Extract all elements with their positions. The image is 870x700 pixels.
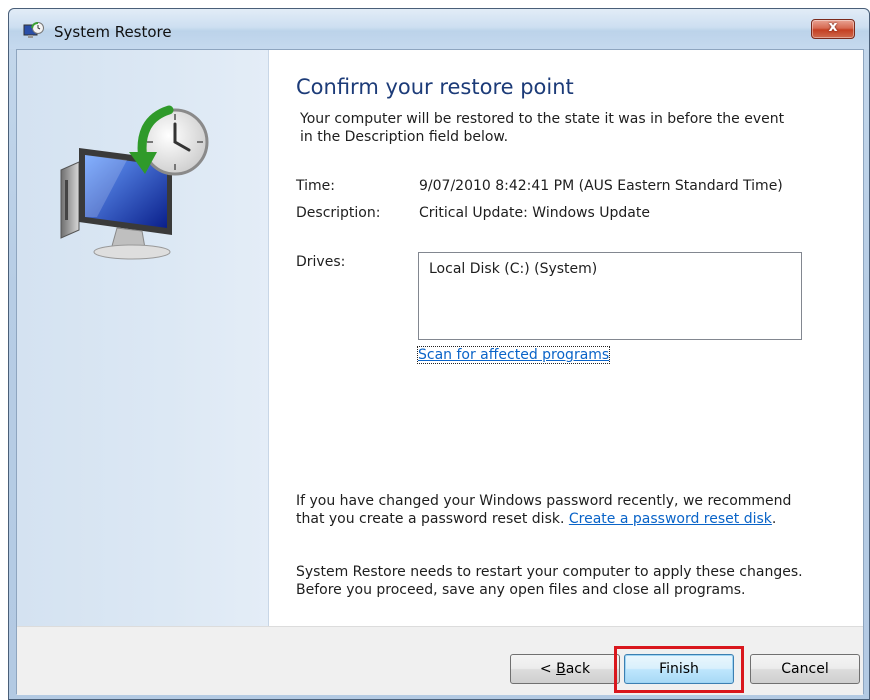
password-note-period: .	[771, 511, 777, 527]
time-value: 9/07/2010 8:42:41 PM (AUS Eastern Standa…	[419, 178, 783, 194]
computer-with-restore-clock-icon	[60, 105, 209, 260]
back-label: ack	[565, 661, 591, 677]
drives-list[interactable]: Local Disk (C:) (System)	[418, 252, 802, 340]
password-note: If you have changed your Windows passwor…	[296, 492, 841, 528]
back-mnemonic: B	[556, 661, 566, 677]
title-bar[interactable]: System Restore x	[9, 9, 869, 49]
system-restore-icon	[23, 22, 44, 38]
create-password-reset-disk-link[interactable]: Create a password reset disk	[569, 511, 772, 527]
intro-text: Your computer will be restored to the st…	[300, 110, 820, 146]
left-banner-panel	[17, 50, 269, 626]
cancel-button[interactable]: Cancel	[750, 654, 860, 684]
system-restore-window: System Restore x Confirm your restore po…	[8, 8, 870, 700]
page-title: Confirm your restore point	[296, 75, 574, 99]
time-label: Time:	[296, 178, 335, 194]
button-bar: < Back Finish Cancel	[17, 626, 863, 695]
back-prefix: <	[539, 661, 557, 677]
content-pane: Confirm your restore point Your computer…	[270, 50, 865, 626]
back-button[interactable]: < Back	[510, 654, 620, 684]
dialog-client-area: Confirm your restore point Your computer…	[16, 49, 865, 695]
password-note-line-2: that you create a password reset disk. C…	[296, 510, 841, 528]
password-note-text: that you create a password reset disk.	[296, 511, 565, 527]
password-note-line-1: If you have changed your Windows passwor…	[296, 493, 792, 509]
close-button[interactable]: x	[811, 19, 855, 39]
drives-label: Drives:	[296, 254, 346, 270]
restart-note: System Restore needs to restart your com…	[296, 563, 841, 599]
intro-line-1: Your computer will be restored to the st…	[300, 111, 785, 127]
intro-line-2: in the Description field below.	[300, 129, 509, 145]
finish-button[interactable]: Finish	[624, 654, 734, 684]
scan-affected-programs-link[interactable]: Scan for affected programs	[416, 346, 611, 364]
description-value: Critical Update: Windows Update	[419, 205, 650, 221]
list-item[interactable]: Local Disk (C:) (System)	[429, 261, 597, 277]
window-title: System Restore	[54, 23, 172, 41]
restart-note-line-2: Before you proceed, save any open files …	[296, 582, 746, 598]
description-label: Description:	[296, 205, 381, 221]
restart-note-line-1: System Restore needs to restart your com…	[296, 564, 803, 580]
close-icon: x	[828, 19, 838, 35]
